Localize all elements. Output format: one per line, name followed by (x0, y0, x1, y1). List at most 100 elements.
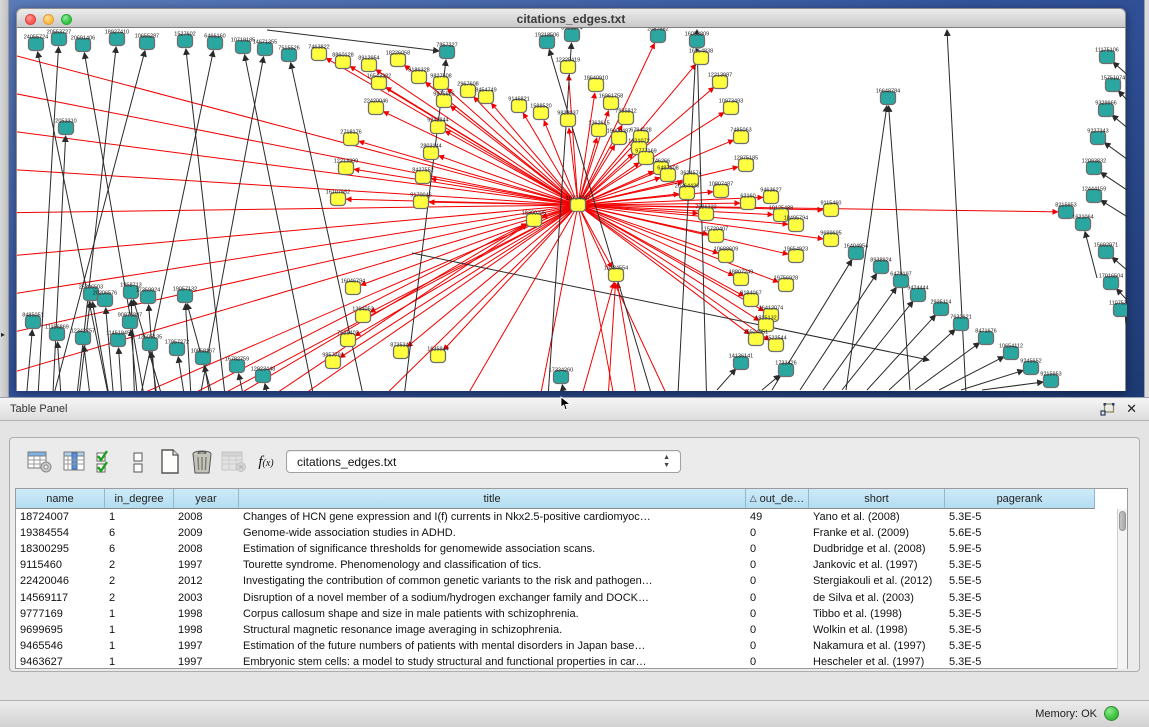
table-cell[interactable]: 19384554 (16, 525, 105, 541)
table-cell[interactable]: Tibbo et al. (1998) (809, 606, 945, 622)
table-cell[interactable]: Franke et al. (2009) (809, 525, 945, 541)
column-header-year[interactable]: year (174, 489, 239, 509)
table-panel-header[interactable]: Table Panel ✕ (0, 397, 1149, 421)
table-cell[interactable]: 5.5E-5 (945, 573, 1095, 589)
table-cell[interactable]: 2008 (174, 509, 239, 525)
table-selector-dropdown[interactable]: citations_edges.txt ▲▼ (286, 450, 681, 473)
graph-edge[interactable] (607, 283, 615, 391)
table-cell[interactable]: Estimation of the future numbers of pati… (239, 638, 746, 654)
table-row[interactable]: 969969511998Structural magnetic resonanc… (16, 622, 1118, 638)
graph-edge[interactable] (578, 205, 718, 253)
table-vertical-scrollbar[interactable] (1117, 509, 1127, 669)
table-row[interactable]: 1872400712008Changes of HCN gene express… (16, 509, 1118, 525)
table-cell[interactable]: 0 (746, 622, 809, 638)
table-cell[interactable]: 5.3E-5 (945, 622, 1095, 638)
graph-edge[interactable] (359, 141, 578, 205)
table-cell[interactable]: 1 (105, 638, 174, 654)
table-cell[interactable]: 2 (105, 590, 174, 606)
table-cell[interactable]: 1 (105, 654, 174, 669)
table-row[interactable]: 2242004622012Investigating the contribut… (16, 573, 1118, 589)
graph-edge[interactable] (169, 224, 527, 391)
table-cell[interactable]: Estimation of significance thresholds fo… (239, 541, 746, 557)
table-cell[interactable]: de Silva et al. (2003) (809, 590, 945, 606)
table-cell[interactable]: Genome-wide association studies in ADHD. (239, 525, 746, 541)
graph-edge[interactable] (186, 49, 227, 391)
graph-edge[interactable] (239, 374, 247, 391)
graph-edge[interactable] (450, 106, 578, 205)
table-cell[interactable]: 0 (746, 638, 809, 654)
graph-edge[interactable] (578, 205, 764, 311)
table-cell[interactable]: Nakamura et al. (1997) (809, 638, 945, 654)
graph-edge[interactable] (1101, 200, 1127, 226)
table-cell[interactable]: 0 (746, 654, 809, 669)
table-cell[interactable]: 1 (105, 509, 174, 525)
table-cell[interactable]: Yano et al. (2008) (809, 509, 945, 525)
table-cell[interactable]: 2 (105, 557, 174, 573)
expand-panel-icon[interactable]: ▸ (1, 330, 5, 339)
network-window-titlebar[interactable]: citations_edges.txt (16, 8, 1126, 28)
graph-edge[interactable] (982, 382, 1043, 390)
graph-edge[interactable] (245, 55, 317, 391)
table-row[interactable]: 1830029562008Estimation of significance … (16, 541, 1118, 557)
column-header-pagerank[interactable]: pagerank (945, 489, 1095, 509)
graph-edge[interactable] (1112, 115, 1127, 140)
table-cell[interactable]: 18300295 (16, 541, 105, 557)
graph-edge[interactable] (939, 357, 1004, 390)
graph-edge[interactable] (326, 58, 578, 205)
graph-edge[interactable] (119, 348, 123, 391)
column-header-outde[interactable]: △out_de… (746, 489, 809, 509)
graph-edge[interactable] (17, 205, 578, 213)
graph-edge[interactable] (383, 111, 578, 205)
close-panel-icon[interactable]: ✕ (1126, 401, 1137, 417)
table-cell[interactable]: 14569117 (16, 590, 105, 606)
clear-selection-button[interactable] (124, 448, 152, 476)
table-cell[interactable]: 2009 (174, 525, 239, 541)
table-row[interactable]: 977716911998Corpus callosum shape and si… (16, 606, 1118, 622)
select-all-button[interactable] (92, 448, 120, 476)
table-cell[interactable]: Jankovic et al. (1997) (809, 557, 945, 573)
table-cell[interactable]: 5.6E-5 (945, 525, 1095, 541)
table-cell[interactable]: 5.9E-5 (945, 541, 1095, 557)
graph-edge[interactable] (277, 205, 578, 391)
table-cell[interactable]: Structural magnetic resonance image aver… (239, 622, 746, 638)
table-row[interactable]: 1938455462009Genome-wide association stu… (16, 525, 1118, 541)
graph-edge[interactable] (412, 253, 929, 360)
column-header-name[interactable]: name (16, 489, 105, 509)
graph-edge[interactable] (187, 205, 578, 391)
table-cell[interactable]: 9115460 (16, 557, 105, 573)
graph-edge[interactable] (178, 357, 187, 391)
table-cell[interactable]: 5.3E-5 (945, 557, 1095, 573)
graph-edge[interactable] (889, 329, 955, 390)
graph-edge[interactable] (1118, 91, 1127, 116)
table-cell[interactable]: 0 (746, 606, 809, 622)
float-panel-icon[interactable] (1100, 403, 1115, 417)
table-row[interactable]: 946554611997Estimation of the future num… (16, 638, 1118, 654)
table-cell[interactable]: Tourette syndrome. Phenomenology and cla… (239, 557, 746, 573)
table-row[interactable]: 911546021997Tourette syndrome. Phenomeno… (16, 557, 1118, 573)
table-cell[interactable]: Disruption of a novel member of a sodium… (239, 590, 746, 606)
table-cell[interactable]: 9777169 (16, 606, 105, 622)
table-cell[interactable]: 6 (105, 525, 174, 541)
graph-edge[interactable] (717, 369, 736, 390)
graph-edge[interactable] (38, 52, 112, 391)
graph-edge[interactable] (445, 131, 578, 205)
table-cell[interactable]: Stergiakouli et al. (2012) (809, 573, 945, 589)
table-cell[interactable]: 0 (746, 557, 809, 573)
graph-edge[interactable] (355, 205, 578, 336)
scrollbar-thumb[interactable] (1119, 511, 1126, 531)
network-canvas[interactable]: 1872400718300295193845547463822886012889… (16, 28, 1126, 391)
table-cell[interactable]: 5.3E-5 (945, 590, 1095, 606)
table-cell[interactable]: Hescheler et al. (1997) (809, 654, 945, 669)
column-header-short[interactable]: short (809, 489, 945, 509)
table-cell[interactable]: 5.3E-5 (945, 638, 1095, 654)
table-cell[interactable]: 6 (105, 541, 174, 557)
table-cell[interactable]: 5.3E-5 (945, 654, 1095, 669)
graph-edge[interactable] (361, 205, 578, 285)
table-row[interactable]: 1456911722003Disruption of a novel membe… (16, 589, 1118, 605)
table-cell[interactable]: 22420046 (16, 573, 105, 589)
table-cell[interactable]: 2003 (174, 590, 239, 606)
table-cell[interactable]: 2008 (174, 541, 239, 557)
delete-entries-button[interactable] (188, 448, 216, 476)
table-cell[interactable]: 1998 (174, 622, 239, 638)
graph-edge[interactable] (25, 330, 32, 391)
